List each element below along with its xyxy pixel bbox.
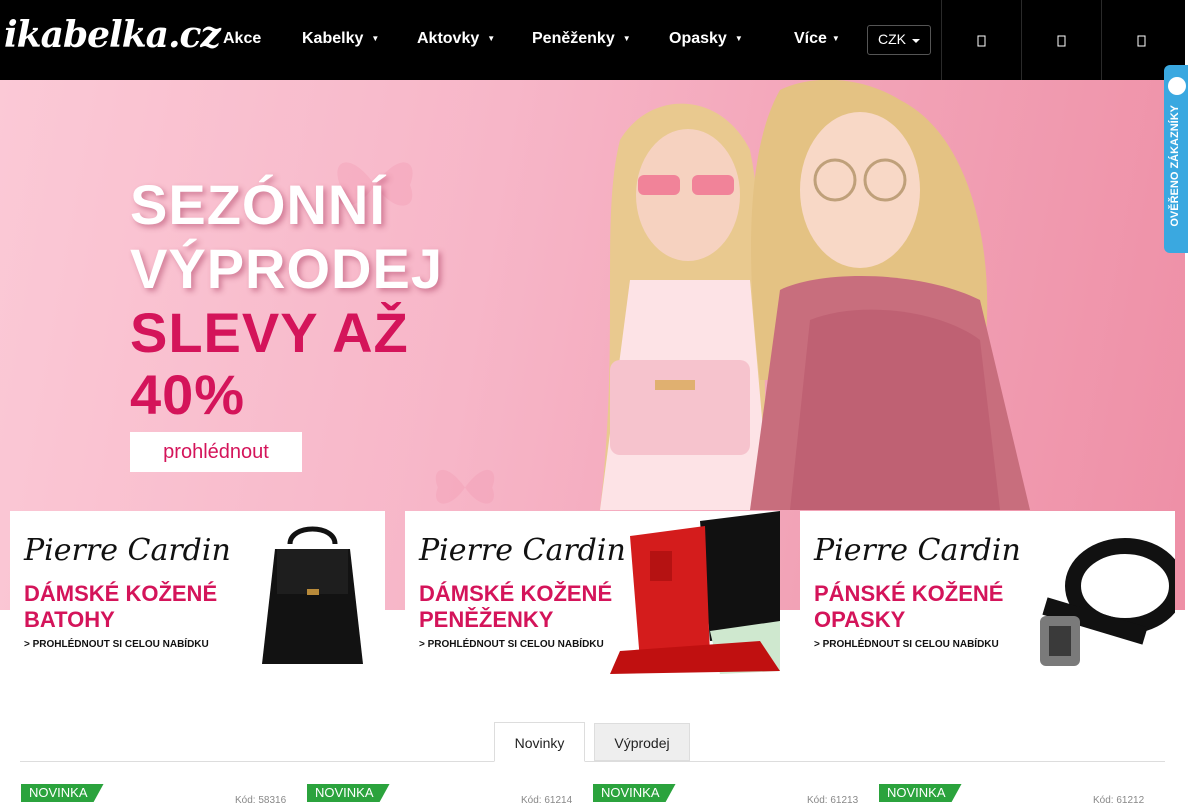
belt-image <box>1040 538 1175 666</box>
chevron-down-icon: ▼ <box>734 34 743 43</box>
nav-item-aktovky[interactable]: Aktovky ▼ <box>417 30 495 48</box>
new-badge: NOVINKA <box>307 784 390 802</box>
verified-widget-label: OVĚŘENO ZÁKAZNÍKY <box>1169 105 1181 227</box>
promo-title: DÁMSKÉ KOŽENÉ <box>24 581 218 606</box>
promo-card-backpacks[interactable]: Pierre Cardin DÁMSKÉ KOŽENÉ BATOHY > PRO… <box>10 511 385 674</box>
verified-seal-icon <box>1168 77 1186 95</box>
tab-novinky[interactable]: Novinky <box>494 722 585 762</box>
verified-reviews-widget[interactable]: OVĚŘENO ZÁKAZNÍKY <box>1164 65 1188 253</box>
chevron-down-icon: ▼ <box>487 34 496 43</box>
search-icon <box>977 35 986 47</box>
nav-item-label: Akce <box>223 30 262 47</box>
brand-logo: Pierre Cardin <box>24 533 231 568</box>
promo-title: PENĚŽENKY <box>419 607 554 632</box>
new-badge: NOVINKA <box>879 784 962 802</box>
hero-discount-text: SLEVY AŽ <box>130 301 409 364</box>
promo-link[interactable]: > PROHLÉDNOUT SI CELOU NABÍDKU <box>814 639 999 650</box>
currency-value: CZK <box>878 31 906 47</box>
product-code: Kód: 61212 <box>1093 795 1145 806</box>
butterfly-decoration <box>435 469 495 504</box>
promo-title: PÁNSKÉ KOŽENÉ <box>814 581 1004 606</box>
hero-models-photo <box>600 80 1030 510</box>
nav-item-label: Peněženky <box>532 30 615 47</box>
hero-discount-value: 40% <box>130 363 246 426</box>
nav-item-vice[interactable]: Více ▼ <box>794 30 840 48</box>
nav-item-label: Aktovky <box>417 30 480 47</box>
user-icon <box>1057 35 1066 47</box>
caret-down-icon <box>912 39 920 43</box>
nav-item-label: Více <box>794 30 827 47</box>
promo-title: OPASKY <box>814 607 906 632</box>
nav-item-opasky[interactable]: Opasky ▼ <box>669 30 743 48</box>
nav-item-penezenky[interactable]: Peněženky ▼ <box>532 30 631 48</box>
tab-vyprodej[interactable]: Výprodej <box>594 723 690 761</box>
product-code: Kód: 58316 <box>235 795 287 806</box>
site-logo[interactable]: ikabelka.cz <box>4 14 221 56</box>
top-navigation-bar: ikabelka.cz Akce Kabelky ▼ Aktovky ▼ Peněž… <box>0 0 1185 80</box>
new-badge: NOVINKA <box>593 784 676 802</box>
promo-link[interactable]: > PROHLÉDNOUT SI CELOU NABÍDKU <box>24 639 209 650</box>
hero-headline: SEZÓNNÍ <box>130 173 386 236</box>
brand-logo: Pierre Cardin <box>814 533 1021 568</box>
hero-browse-button[interactable]: prohlédnout <box>130 432 302 472</box>
promo-card-belts[interactable]: Pierre Cardin PÁNSKÉ KOŽENÉ OPASKY > PRO… <box>800 511 1175 674</box>
wallet-image <box>610 511 780 674</box>
hero-headline: VÝPRODEJ <box>130 237 443 300</box>
chevron-down-icon: ▼ <box>831 34 840 43</box>
promo-link[interactable]: > PROHLÉDNOUT SI CELOU NABÍDKU <box>419 639 604 650</box>
currency-select[interactable]: CZK <box>867 25 931 55</box>
nav-item-akce[interactable]: Akce <box>223 30 261 48</box>
cart-icon <box>1137 35 1146 47</box>
chevron-down-icon: ▼ <box>622 34 631 43</box>
promo-card-wallets[interactable]: Pierre Cardin DÁMSKÉ KOŽENÉ PENĚŽENKY > … <box>405 511 780 674</box>
search-button[interactable] <box>941 0 1021 80</box>
product-code: Kód: 61214 <box>521 795 573 806</box>
tabs-divider <box>20 761 1165 762</box>
nav-item-label: Opasky <box>669 30 727 47</box>
account-button[interactable] <box>1021 0 1101 80</box>
chevron-down-icon: ▼ <box>371 34 380 43</box>
backpack-image <box>262 526 363 664</box>
promo-title: DÁMSKÉ KOŽENÉ <box>419 581 613 606</box>
nav-item-label: Kabelky <box>302 30 364 47</box>
nav-item-kabelky[interactable]: Kabelky ▼ <box>302 30 379 48</box>
promo-title: BATOHY <box>24 607 115 632</box>
product-code: Kód: 61213 <box>807 795 859 806</box>
new-badge: NOVINKA <box>21 784 104 802</box>
brand-logo: Pierre Cardin <box>419 533 626 568</box>
